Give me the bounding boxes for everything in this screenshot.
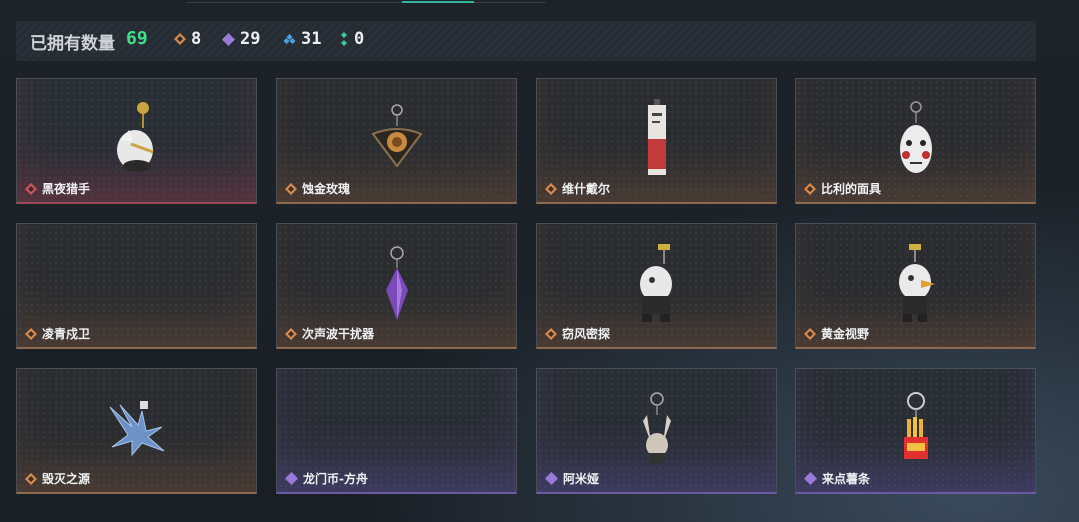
blue-rarity-icon: [283, 34, 296, 44]
stat-orange: 8: [174, 29, 201, 49]
charm-card[interactable]: 比利的面具: [795, 78, 1036, 204]
fries-charm-icon: [896, 391, 936, 471]
stat-green-value: 0: [354, 29, 365, 49]
wind-spy-charm-icon: [632, 243, 682, 328]
charm-name: 黑夜猎手: [42, 182, 91, 196]
charm-label: 凌青戍卫: [25, 325, 90, 342]
gold-rose-charm-icon: [367, 103, 427, 178]
charm-card[interactable]: 蚀金玫瑰: [276, 78, 517, 204]
charm-card[interactable]: 窃风密探: [536, 223, 777, 349]
charm-label: 比利的面具: [804, 180, 881, 197]
charm-label: 黑夜猎手: [25, 180, 90, 197]
amiya-charm-icon: [637, 391, 677, 471]
charm-name: 蚀金玫瑰: [302, 182, 351, 196]
charm-name: 黄金视野: [821, 327, 870, 341]
green-rarity-icon: [341, 32, 347, 46]
orange-rarity-icon: [25, 472, 37, 485]
orange-rarity-icon: [174, 33, 186, 45]
stat-blue-value: 31: [301, 29, 322, 49]
charm-name: 阿米娅: [563, 472, 600, 486]
charm-card[interactable]: 维什戴尔: [536, 78, 777, 204]
charm-card[interactable]: 龙门币-方舟: [276, 368, 517, 494]
charm-name: 龙门币-方舟: [303, 472, 368, 486]
orange-rarity-icon: [545, 182, 557, 195]
charm-card[interactable]: 阿米娅: [536, 368, 777, 494]
tab-underline-track: [186, 2, 546, 3]
purple-rarity-icon: [804, 472, 817, 485]
orange-rarity-icon: [285, 182, 297, 195]
purple-rarity-icon: [222, 32, 235, 46]
orange-rarity-icon: [804, 327, 816, 340]
charm-label: 龙门币-方舟: [285, 470, 368, 487]
charm-name: 毁灭之源: [42, 472, 91, 486]
charm-name: 次声波干扰器: [302, 327, 375, 341]
owned-count: 69: [126, 28, 148, 49]
orange-rarity-icon: [545, 327, 557, 340]
charm-label: 来点薯条: [804, 470, 870, 487]
charm-label: 窃风密探: [545, 325, 610, 342]
charm-card[interactable]: 次声波干扰器: [276, 223, 517, 349]
charm-name: 比利的面具: [821, 182, 882, 196]
crystal-dragon-charm-icon: [102, 397, 172, 465]
purple-rarity-icon: [545, 472, 558, 485]
charm-card[interactable]: 毁灭之源: [16, 368, 257, 494]
charm-card[interactable]: 黑夜猎手: [16, 78, 257, 204]
charm-label: 黄金视野: [804, 325, 869, 342]
charm-name: 窃风密探: [562, 327, 611, 341]
crystal-pendant-charm-icon: [382, 245, 412, 326]
billy-mask-charm-icon: [896, 100, 936, 181]
charm-card[interactable]: 黄金视野: [795, 223, 1036, 349]
stat-blue: 31: [283, 29, 321, 49]
charm-name: 来点薯条: [822, 472, 871, 486]
charm-label: 次声波干扰器: [285, 325, 374, 342]
owned-title: 已拥有数量: [30, 34, 115, 54]
orange-rarity-icon: [804, 182, 816, 195]
golden-vision-charm-icon: [891, 243, 941, 328]
stat-orange-value: 8: [191, 29, 202, 49]
charm-label: 蚀金玫瑰: [285, 180, 350, 197]
red-rarity-icon: [25, 182, 37, 195]
charm-label: 阿米娅: [545, 470, 599, 487]
orange-rarity-icon: [25, 327, 37, 340]
charm-label: 维什戴尔: [545, 180, 610, 197]
tab-underline-active: [402, 1, 474, 3]
charm-card[interactable]: 凌青戍卫: [16, 223, 257, 349]
charm-name: 凌青戍卫: [42, 327, 91, 341]
charm-label: 毁灭之源: [25, 470, 90, 487]
night-hunter-charm-icon: [107, 100, 167, 182]
charm-card[interactable]: 来点薯条: [795, 368, 1036, 494]
orange-rarity-icon: [285, 327, 297, 340]
stat-purple: 29: [222, 29, 260, 49]
purple-rarity-icon: [285, 472, 298, 485]
stat-purple-value: 29: [240, 29, 261, 49]
owned-summary-bar: 已拥有数量 69 8 29 31 0: [16, 21, 1036, 61]
wisadel-tag-charm-icon: [642, 98, 672, 183]
charm-name: 维什戴尔: [562, 182, 611, 196]
stat-green: 0: [339, 29, 364, 49]
